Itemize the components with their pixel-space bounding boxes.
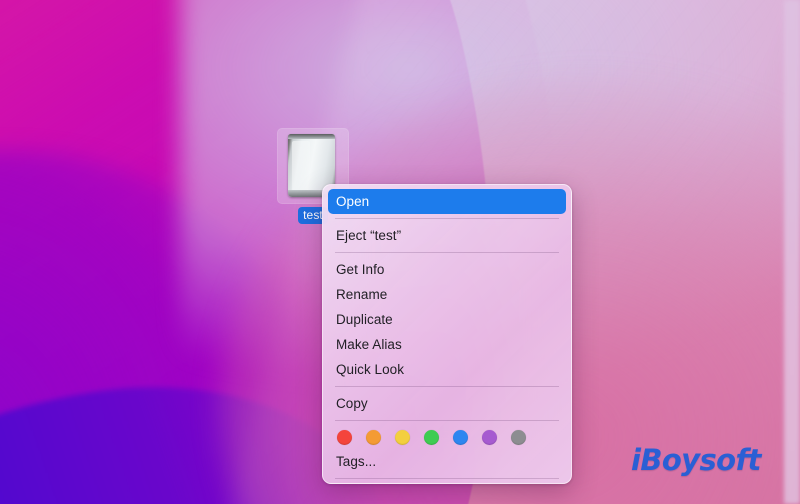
menu-item-open[interactable]: Open [328, 189, 566, 214]
menu-item-quick-look[interactable]: Quick Look [323, 357, 571, 382]
tag-gray-dot[interactable] [511, 430, 526, 445]
tag-orange-dot[interactable] [366, 430, 381, 445]
menu-item-rename[interactable]: Rename [323, 282, 571, 307]
menu-item-make-alias[interactable]: Make Alias [323, 332, 571, 357]
tag-yellow-dot[interactable] [395, 430, 410, 445]
menu-separator-3 [335, 386, 559, 387]
context-menu[interactable]: Open Eject “test” Get Info Rename Duplic… [322, 184, 572, 484]
tag-purple-dot[interactable] [482, 430, 497, 445]
menu-separator-2 [335, 252, 559, 253]
tag-green-dot[interactable] [424, 430, 439, 445]
drive-face-sheen [292, 141, 310, 191]
tag-red-dot[interactable] [337, 430, 352, 445]
tag-color-row[interactable] [323, 425, 571, 449]
iboysoft-watermark: iBoysoft [631, 443, 761, 477]
menu-item-tags[interactable]: Tags... [323, 449, 571, 474]
tag-blue-dot[interactable] [453, 430, 468, 445]
menu-item-eject[interactable]: Eject “test” [323, 223, 571, 248]
drive-top-edge [288, 134, 335, 139]
menu-item-duplicate[interactable]: Duplicate [323, 307, 571, 332]
wallpaper-right-band [784, 0, 800, 504]
menu-separator-4 [335, 420, 559, 421]
menu-item-get-info[interactable]: Get Info [323, 257, 571, 282]
menu-separator-5 [335, 478, 559, 479]
desktop[interactable]: test Open Eject “test” Get Info Rename D… [0, 0, 800, 504]
menu-item-copy[interactable]: Copy [323, 391, 571, 416]
menu-separator-1 [335, 218, 559, 219]
